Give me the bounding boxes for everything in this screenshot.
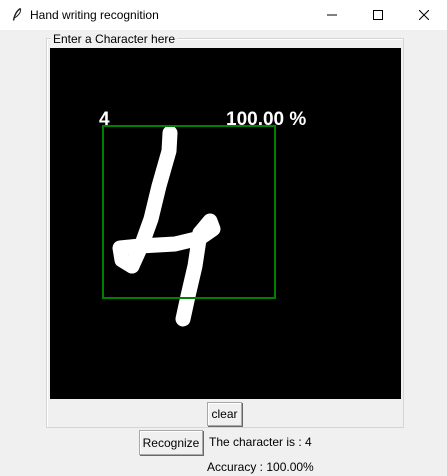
title-bar: Hand writing recognition	[0, 0, 447, 30]
maximize-icon	[373, 10, 383, 20]
clear-button[interactable]: clear	[207, 402, 242, 426]
minimize-button[interactable]	[309, 0, 355, 30]
drawing-canvas[interactable]: 4 100.00 %	[50, 48, 401, 399]
accuracy-text: Accuracy : 100.00%	[207, 460, 314, 474]
maximize-button[interactable]	[355, 0, 401, 30]
close-button[interactable]	[401, 0, 447, 30]
bounding-box	[102, 125, 276, 299]
minimize-icon	[327, 14, 337, 16]
recognize-button[interactable]: Recognize	[139, 430, 203, 455]
window-title: Hand writing recognition	[30, 8, 159, 22]
close-icon	[419, 10, 429, 20]
labelframe-title: Enter a Character here	[51, 32, 178, 46]
result-text: The character is : 4	[209, 435, 312, 449]
feather-icon	[9, 7, 25, 23]
